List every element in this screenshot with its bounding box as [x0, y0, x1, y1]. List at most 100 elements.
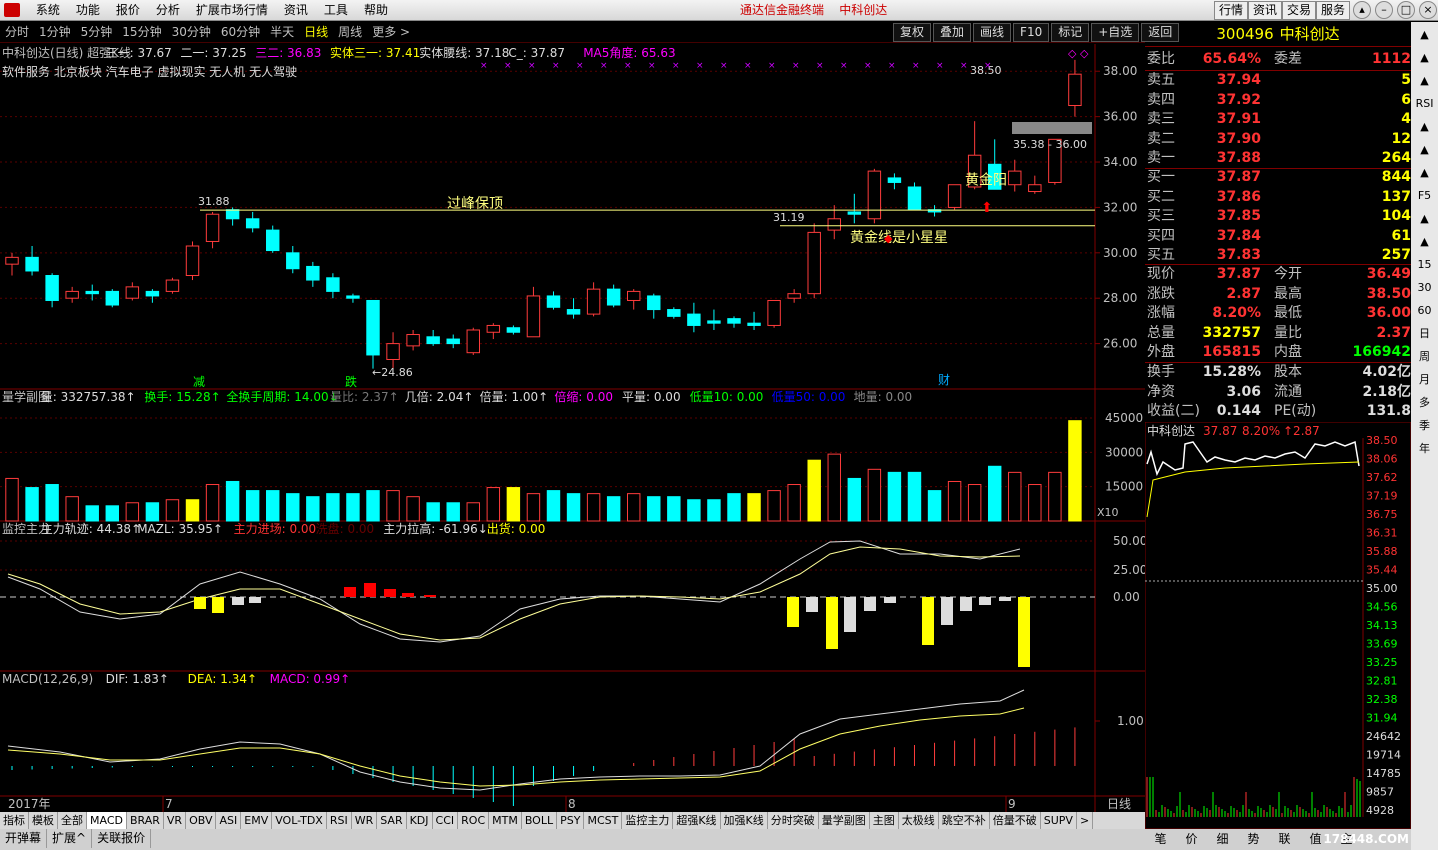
- volume-bar: [406, 496, 420, 522]
- kline-chart[interactable]: 38.00 36.00 34.00 32.00 30.00 28.00 26.00 31.88…: [0, 44, 1145, 816]
- period-tab-1[interactable]: 1分钟: [34, 22, 76, 43]
- indicator-tab-17[interactable]: BOLL: [522, 812, 558, 829]
- indicator-tab-2[interactable]: 全部: [58, 812, 87, 829]
- mini-axis-label: 37.19: [1366, 490, 1398, 503]
- tool-button-5[interactable]: +自选: [1091, 23, 1140, 42]
- indicator-tab-29[interactable]: SUPV: [1041, 812, 1077, 829]
- volume-bar: [386, 490, 400, 522]
- indicator-tab-12[interactable]: SAR: [377, 812, 407, 829]
- indicator-tab-13[interactable]: KDJ: [407, 812, 433, 829]
- period-tab-8[interactable]: 周线: [333, 22, 367, 43]
- side-tool-6[interactable]: ▲: [1412, 163, 1437, 183]
- bottom-tab-2[interactable]: 关联报价: [92, 829, 152, 848]
- indicator-tab-16[interactable]: MTM: [489, 812, 522, 829]
- btn-jiaoyi[interactable]: 交易: [1281, 1, 1316, 20]
- indicator-tab-9[interactable]: VOL-TDX: [272, 812, 327, 829]
- indicator-tab-15[interactable]: ROC: [458, 812, 490, 829]
- indicator-tab-21[interactable]: 超强K线: [673, 812, 721, 829]
- btn-zixun[interactable]: 资讯: [1247, 1, 1282, 20]
- side-tool-1[interactable]: ▲: [1412, 48, 1437, 68]
- tool-button-3[interactable]: F10: [1013, 23, 1050, 42]
- indicator-tab-3[interactable]: MACD: [87, 812, 127, 829]
- maximize-icon[interactable]: □: [1397, 1, 1415, 19]
- period-tab-4[interactable]: 30分钟: [167, 22, 216, 43]
- menu-item-5[interactable]: 资讯: [276, 0, 316, 21]
- stat-row: 总量 332757 量比 2.37: [1147, 324, 1411, 343]
- indicator-tab-24[interactable]: 量学副图: [819, 812, 870, 829]
- side-tool-18[interactable]: 年: [1412, 439, 1437, 459]
- menu-item-6[interactable]: 工具: [316, 0, 356, 21]
- tool-button-4[interactable]: 标记: [1051, 23, 1090, 42]
- tool-button-2[interactable]: 画线: [973, 23, 1012, 42]
- indicator-tab-6[interactable]: OBV: [186, 812, 217, 829]
- quote-tab-1[interactable]: 价: [1176, 829, 1207, 849]
- minimize-icon[interactable]: –: [1375, 1, 1393, 19]
- side-tool-15[interactable]: 月: [1412, 370, 1437, 390]
- gold-yang-label: 黄金阳: [965, 172, 1007, 189]
- side-tool-10[interactable]: 15: [1412, 255, 1437, 275]
- indicator-tab-0[interactable]: 指标: [0, 812, 29, 829]
- side-tool-12[interactable]: 60: [1412, 301, 1437, 321]
- indicator-tab-1[interactable]: 模板: [29, 812, 58, 829]
- indicator-tab-4[interactable]: BRAR: [127, 812, 164, 829]
- side-tool-11[interactable]: 30: [1412, 278, 1437, 298]
- indicator-tab-23[interactable]: 分时突破: [768, 812, 819, 829]
- indicator-tab-8[interactable]: EMV: [241, 812, 273, 829]
- collapse-icon[interactable]: ▴: [1353, 1, 1371, 19]
- menu-item-1[interactable]: 功能: [68, 0, 108, 21]
- side-tool-4[interactable]: ▲: [1412, 117, 1437, 137]
- tool-button-1[interactable]: 叠加: [933, 23, 972, 42]
- bottom-tab-1[interactable]: 扩展^: [47, 829, 93, 848]
- side-tool-2[interactable]: ▲: [1412, 71, 1437, 91]
- indicator-tab-18[interactable]: PSY: [557, 812, 585, 829]
- quote-tab-4[interactable]: 联: [1269, 829, 1300, 849]
- indicator-tab-14[interactable]: CCI: [433, 812, 459, 829]
- side-tool-9[interactable]: ▲: [1412, 232, 1437, 252]
- side-tool-17[interactable]: 季: [1412, 416, 1437, 436]
- period-tab-9[interactable]: 更多 >: [367, 22, 415, 43]
- period-tab-5[interactable]: 60分钟: [216, 22, 265, 43]
- indicator-tab-20[interactable]: 监控主力: [622, 812, 674, 829]
- menu-item-7[interactable]: 帮助: [356, 0, 396, 21]
- indicator-tab-28[interactable]: 倍量不破: [990, 812, 1041, 829]
- side-tool-0[interactable]: ▲: [1412, 25, 1437, 45]
- menu-item-0[interactable]: 系统: [28, 0, 68, 21]
- side-tool-16[interactable]: 多: [1412, 393, 1437, 413]
- indicator-tab-26[interactable]: 太极线: [899, 812, 939, 829]
- signal-marker: ×: [888, 61, 896, 71]
- indicator-tab-19[interactable]: MCST: [584, 812, 623, 829]
- side-tool-8[interactable]: ▲: [1412, 209, 1437, 229]
- btn-hangqing[interactable]: 行情: [1213, 1, 1248, 20]
- indicator-tab-5[interactable]: VR: [164, 812, 187, 829]
- menu-item-3[interactable]: 分析: [148, 0, 188, 21]
- intraday-mini-chart[interactable]: 中科创达 37.87 8.20% ↑2.87 38.50 38.06 37.62 37.19 3…: [1145, 422, 1411, 829]
- indicator-tab-10[interactable]: RSI: [327, 812, 352, 829]
- close-icon[interactable]: ×: [1419, 1, 1437, 19]
- quote-tab-0[interactable]: 笔: [1145, 829, 1176, 849]
- diamond-outline-icon[interactable]: ◇ ◇: [1068, 47, 1089, 60]
- indicator-tab-27[interactable]: 跳空不补: [939, 812, 990, 829]
- indicator-tab-7[interactable]: ASI: [216, 812, 242, 829]
- period-tab-6[interactable]: 半天: [265, 22, 299, 43]
- quote-tab-3[interactable]: 势: [1238, 829, 1269, 849]
- period-tab-0[interactable]: 分时: [0, 22, 34, 43]
- bottom-tab-0[interactable]: 开弹幕: [0, 829, 48, 848]
- period-tab-2[interactable]: 5分钟: [76, 22, 118, 43]
- scroll-right-icon[interactable]: >: [1077, 812, 1094, 829]
- menu-item-2[interactable]: 报价: [108, 0, 148, 21]
- btn-fuwu[interactable]: 服务: [1315, 1, 1350, 20]
- indicator-tab-11[interactable]: WR: [352, 812, 378, 829]
- menu-item-4[interactable]: 扩展市场行情: [188, 0, 276, 21]
- tool-button-0[interactable]: 复权: [893, 23, 932, 42]
- side-tool-5[interactable]: ▲: [1412, 140, 1437, 160]
- side-tool-13[interactable]: 日: [1412, 324, 1437, 344]
- period-tab-7[interactable]: 日线: [299, 22, 333, 43]
- quote-tab-2[interactable]: 细: [1207, 829, 1238, 849]
- indicator-tab-25[interactable]: 主图: [870, 812, 899, 829]
- side-tool-7[interactable]: F5: [1412, 186, 1437, 206]
- side-tool-3[interactable]: RSI: [1412, 94, 1437, 114]
- indicator-tab-22[interactable]: 加强K线: [721, 812, 768, 829]
- side-tool-14[interactable]: 周: [1412, 347, 1437, 367]
- period-tab-3[interactable]: 15分钟: [117, 22, 166, 43]
- sell-price: 37.91: [1216, 111, 1261, 127]
